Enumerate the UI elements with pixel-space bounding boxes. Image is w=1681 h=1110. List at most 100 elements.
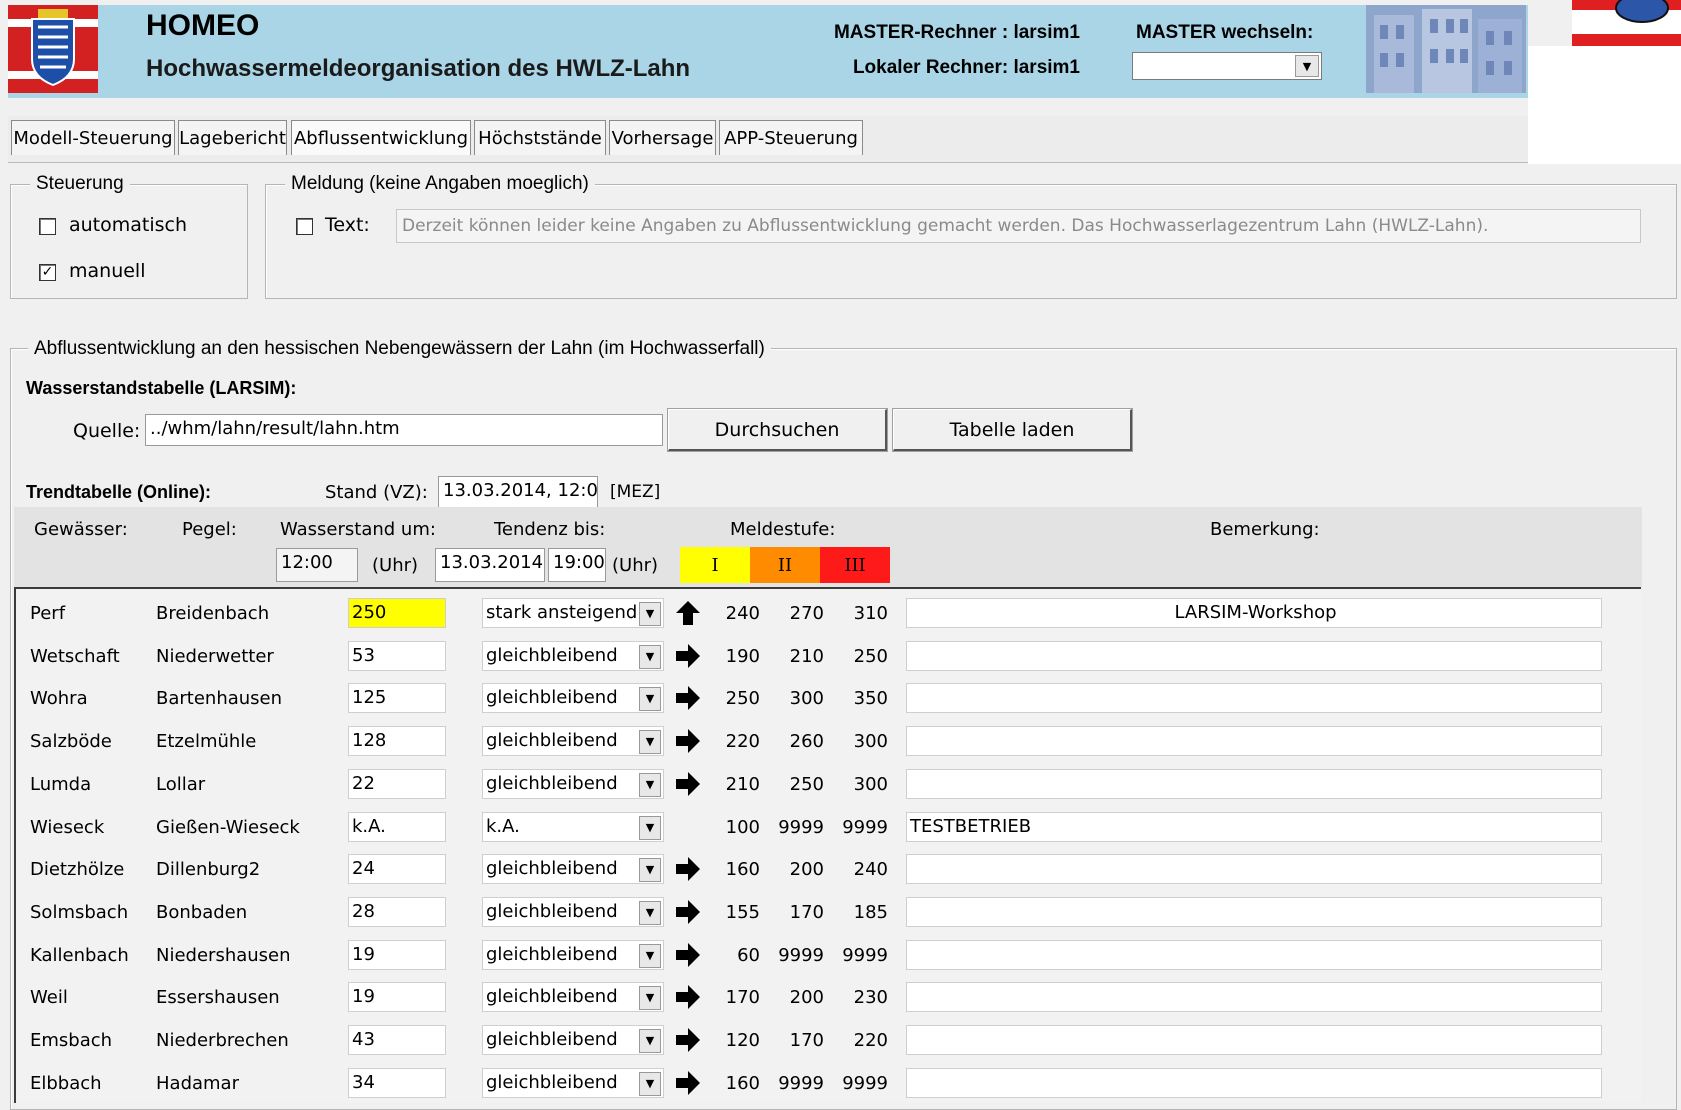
tendenz-value: gleichbleibend	[486, 944, 618, 965]
tendenz-select[interactable]: gleichbleibend ▼	[482, 641, 664, 671]
row-gewaesser: Kallenbach	[30, 945, 129, 966]
bemerkung-input[interactable]: LARSIM-Workshop	[906, 598, 1602, 628]
chevron-down-icon[interactable]: ▼	[639, 602, 661, 626]
app-subtitle: Hochwassermeldeorganisation des HWLZ-Lah…	[146, 55, 691, 82]
tab-label: Vorhersage	[611, 127, 714, 149]
col-bemerkung: Bemerkung:	[1210, 519, 1320, 540]
tendenz-value: gleichbleibend	[486, 901, 618, 922]
chevron-down-icon[interactable]: ▼	[639, 687, 661, 711]
row-gewaesser: Perf	[30, 603, 66, 624]
automatisch-checkbox[interactable]	[39, 218, 56, 235]
tendenz-select[interactable]: gleichbleibend ▼	[482, 726, 664, 756]
tend-time-input[interactable]: 19:00	[548, 548, 606, 582]
bemerkung-input[interactable]	[906, 940, 1602, 970]
arrow-right-icon	[676, 644, 700, 668]
arrow-right-icon	[676, 686, 700, 710]
meldestufe-2-value: 200	[789, 987, 824, 1008]
tab-lagebericht[interactable]: Lagebericht	[178, 120, 287, 155]
chevron-down-icon[interactable]: ▼	[639, 1072, 661, 1096]
wasserstand-input[interactable]: k.A.	[348, 812, 446, 842]
wasserstand-input[interactable]: 22	[348, 769, 446, 799]
tab-abflussentwicklung[interactable]: Abflussentwicklung	[291, 120, 471, 155]
bemerkung-input[interactable]	[906, 683, 1602, 713]
tab-label: Abflussentwicklung	[293, 127, 469, 149]
tendenz-select[interactable]: gleichbleibend ▼	[482, 683, 664, 713]
automatisch-label: automatisch	[69, 214, 188, 236]
meldestufe-2-value: 300	[789, 688, 824, 709]
row-gewaesser: Wieseck	[30, 817, 105, 838]
chevron-down-icon[interactable]: ▼	[639, 944, 661, 968]
bemerkung-input[interactable]: TESTBETRIEB	[906, 812, 1602, 842]
tab-app-steuerung[interactable]: APP-Steuerung	[719, 120, 863, 155]
wasserstand-input[interactable]: 43	[348, 1025, 446, 1055]
tendenz-value: gleichbleibend	[486, 986, 618, 1007]
tab-vorhersage[interactable]: Vorhersage	[609, 120, 716, 155]
abfluss-legend: Abflussentwicklung an den hessischen Neb…	[28, 338, 771, 360]
ws-time-input[interactable]: 12:00	[276, 548, 358, 582]
row-pegel: Etzelmühle	[156, 731, 257, 752]
arrow-right-icon	[676, 857, 700, 881]
quelle-input[interactable]: ../whm/lahn/result/lahn.htm	[145, 414, 663, 446]
durchsuchen-button[interactable]: Durchsuchen	[667, 408, 888, 452]
bemerkung-input[interactable]	[906, 726, 1602, 756]
meldestufe-3-value: 185	[853, 902, 888, 923]
tendenz-value: gleichbleibend	[486, 687, 618, 708]
meldestufe-1-value: 160	[725, 1073, 760, 1094]
tendenz-select[interactable]: stark ansteigend ▼	[482, 598, 664, 628]
row-gewaesser: Solmsbach	[30, 902, 129, 923]
chevron-down-icon[interactable]: ▼	[639, 816, 661, 840]
chevron-down-icon[interactable]: ▼	[639, 645, 661, 669]
arrow-right-icon	[676, 985, 700, 1009]
wasserstand-input[interactable]: 28	[348, 897, 446, 927]
tabelle-laden-button[interactable]: Tabelle laden	[892, 408, 1133, 452]
manuell-checkbox[interactable]: ✓	[39, 264, 56, 281]
tendenz-select[interactable]: gleichbleibend ▼	[482, 982, 664, 1012]
meldestufe-1-value: 240	[725, 603, 760, 624]
chevron-down-icon[interactable]: ▼	[639, 986, 661, 1010]
bemerkung-input[interactable]	[906, 769, 1602, 799]
tendenz-value: gleichbleibend	[486, 858, 618, 879]
tendenz-select[interactable]: gleichbleibend ▼	[482, 1025, 664, 1055]
bemerkung-input[interactable]	[906, 1068, 1602, 1098]
tendenz-select[interactable]: k.A. ▼	[482, 812, 664, 842]
tendenz-select[interactable]: gleichbleibend ▼	[482, 769, 664, 799]
tendenz-value: gleichbleibend	[486, 730, 618, 751]
tab-label: Modell-Steuerung	[13, 127, 173, 149]
tend-date-input[interactable]: 13.03.2014	[435, 548, 545, 582]
wasserstand-input[interactable]: 24	[348, 854, 446, 884]
chevron-down-icon[interactable]: ▼	[639, 901, 661, 925]
wasserstand-input[interactable]: 19	[348, 940, 446, 970]
row-pegel: Breidenbach	[156, 603, 270, 624]
tendenz-select[interactable]: gleichbleibend ▼	[482, 854, 664, 884]
wasserstand-input[interactable]: 19	[348, 982, 446, 1012]
wasserstand-input[interactable]: 250	[348, 598, 446, 628]
row-gewaesser: Elbbach	[30, 1073, 102, 1094]
tendenz-select[interactable]: gleichbleibend ▼	[482, 1068, 664, 1098]
bemerkung-input[interactable]	[906, 854, 1602, 884]
tendenz-select[interactable]: gleichbleibend ▼	[482, 897, 664, 927]
bemerkung-input[interactable]	[906, 641, 1602, 671]
text-checkbox[interactable]	[296, 218, 313, 235]
wasserstand-input[interactable]: 34	[348, 1068, 446, 1098]
chevron-down-icon[interactable]: ▼	[1295, 55, 1319, 77]
chevron-down-icon[interactable]: ▼	[639, 773, 661, 797]
row-pegel: Essershausen	[156, 987, 280, 1008]
chevron-down-icon[interactable]: ▼	[639, 1029, 661, 1053]
chevron-down-icon[interactable]: ▼	[639, 730, 661, 754]
wasserstand-input[interactable]: 128	[348, 726, 446, 756]
bemerkung-input[interactable]	[906, 897, 1602, 927]
wasserstand-input[interactable]: 53	[348, 641, 446, 671]
tab-label: Höchststände	[478, 127, 602, 149]
tendenz-select[interactable]: gleichbleibend ▼	[482, 940, 664, 970]
master-wechseln-label: MASTER wechseln:	[1136, 22, 1314, 43]
master-select[interactable]: ▼	[1132, 52, 1322, 80]
chevron-down-icon[interactable]: ▼	[639, 858, 661, 882]
meldung-text-field[interactable]: Derzeit können leider keine Angaben zu A…	[396, 209, 1641, 243]
tab-modell-steuerung[interactable]: Modell-Steuerung	[11, 120, 175, 155]
stand-input[interactable]: 13.03.2014, 12:00	[438, 476, 598, 508]
wasserstand-input[interactable]: 125	[348, 683, 446, 713]
row-gewaesser: Emsbach	[30, 1030, 113, 1051]
bemerkung-input[interactable]	[906, 1025, 1602, 1055]
tab-hoechststaende[interactable]: Höchststände	[474, 120, 606, 155]
bemerkung-input[interactable]	[906, 982, 1602, 1012]
